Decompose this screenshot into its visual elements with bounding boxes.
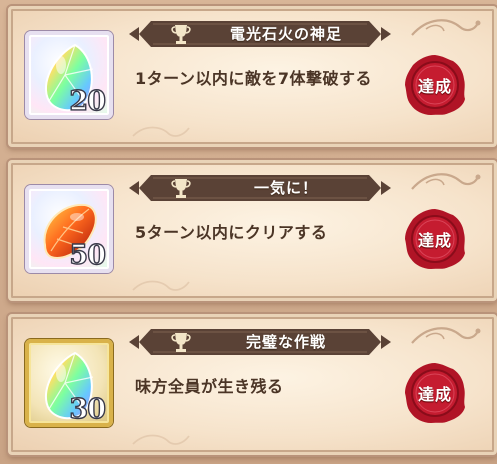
title-ribbon: 電光石火の神足 [129,17,391,51]
achievement-description: 1ターン以内に敵を7体撃破する [135,69,372,88]
achievement-card[interactable]: 30 完璧な作戦 味方全員が生き残る 達成 [8,314,497,455]
bottom-flourish-icon [132,280,190,291]
trophy-icon [171,25,191,44]
reward-count: 30 [69,393,107,425]
title-ribbon: 一気に！ [129,171,391,205]
bottom-flourish-icon [132,126,190,137]
achievement-title: 電光石火の神足 [229,25,342,43]
reward-icon-frame: 50 [25,185,113,273]
reward-icon-frame: 30 [25,339,113,427]
achievement-list: 20 電光石火の神足 1ターン以内に敵を7体撃破する 達成 50 一気に！ 5タ… [0,0,497,464]
achieved-label: 達成 [417,385,452,404]
title-ribbon: 完璧な作戦 [129,325,391,359]
trophy-icon [171,179,191,198]
achieved-seal: 達成 [403,207,467,271]
achievement-card[interactable]: 50 一気に！ 5ターン以内にクリアする 達成 [8,160,497,301]
achieved-seal: 達成 [403,361,467,425]
achievement-title: 完璧な作戦 [245,333,326,351]
achievement-card[interactable]: 20 電光石火の神足 1ターン以内に敵を7体撃破する 達成 [8,6,497,147]
reward-count: 20 [69,85,107,117]
achieved-label: 達成 [417,77,452,96]
corner-flourish-icon [411,327,481,344]
achieved-label: 達成 [417,231,452,250]
corner-flourish-icon [411,173,481,190]
achieved-seal: 達成 [403,53,467,117]
corner-flourish-icon [411,19,481,36]
achievement-description: 5ターン以内にクリアする [135,223,328,242]
reward-count: 50 [69,239,107,271]
trophy-icon [171,333,191,352]
reward-icon-frame: 20 [25,31,113,119]
bottom-flourish-icon [132,434,190,445]
achievement-title: 一気に！ [253,179,318,197]
achievement-description: 味方全員が生き残る [135,377,284,396]
